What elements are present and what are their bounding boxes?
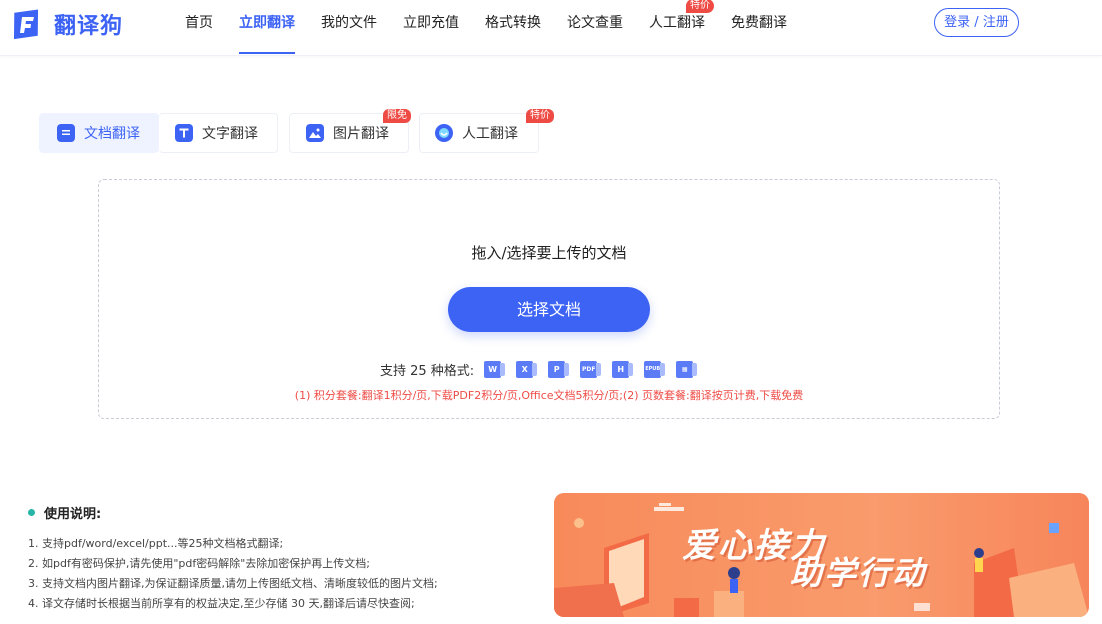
html-icon: H: [612, 360, 634, 378]
list-item: 2. 如pdf有密码保护,请先使用"pdf密码解除"去除加密保护再上传文档;: [28, 557, 370, 570]
upload-dropzone[interactable]: 拖入/选择要上传的文档 选择文档 支持 25 种格式: W X P PDF H …: [98, 179, 1000, 419]
limited-free-badge: 限免: [383, 109, 411, 123]
tab-text-translation[interactable]: 文字翻译: [159, 113, 278, 153]
logo[interactable]: 翻译狗: [10, 7, 123, 41]
nav-plagiarism-check[interactable]: 论文查重: [554, 0, 636, 56]
nav-label: 首页: [185, 15, 213, 31]
tab-human-translation[interactable]: 人工翻译 特价: [419, 109, 554, 153]
ppt-icon: P: [548, 360, 570, 378]
tab-label: 图片翻译: [333, 126, 389, 142]
special-price-badge: 特价: [526, 109, 554, 123]
nav-translate-now[interactable]: 立即翻译: [226, 0, 308, 56]
image-icon: [306, 124, 324, 142]
nav-label: 我的文件: [321, 15, 377, 31]
tab-label: 文档翻译: [84, 126, 140, 142]
nav-recharge[interactable]: 立即充值: [390, 0, 472, 56]
excel-icon: X: [516, 360, 538, 378]
charity-banner[interactable]: 爱心接力 助学行动: [554, 493, 1089, 617]
nav-label: 立即充值: [403, 15, 459, 31]
nav-label: 论文查重: [567, 15, 623, 31]
tab-document-translation[interactable]: 文档翻译: [39, 113, 159, 153]
main-nav: 首页 立即翻译 我的文件 立即充值 格式转换 论文查重 人工翻译 特价 免费翻译: [172, 0, 800, 56]
list-item: 3. 支持文档内图片翻译,为保证翻译质量,请勿上传图纸文档、清晰度较低的图片文档…: [28, 577, 438, 590]
supported-formats: 支持 25 种格式: W X P PDF H EPUB ▦: [380, 359, 708, 379]
select-document-button[interactable]: 选择文档: [448, 287, 650, 332]
nav-home[interactable]: 首页: [172, 0, 226, 56]
nav-label: 格式转换: [485, 15, 541, 31]
nav-label: 免费翻译: [731, 15, 787, 31]
list-item: 4. 译文存储时长根据当前所享有的权益决定,至少存储 30 天,翻译后请尽快查阅…: [28, 597, 415, 610]
nav-label: 人工翻译: [649, 15, 705, 31]
nav-free-translation[interactable]: 免费翻译: [718, 0, 800, 56]
logo-text: 翻译狗: [54, 14, 124, 39]
instructions-list: 1. 支持pdf/word/excel/ppt...等25种文档格式翻译; 2.…: [28, 534, 548, 614]
usage-instructions: 使用说明: 1. 支持pdf/word/excel/ppt...等25种文档格式…: [28, 503, 548, 614]
bullet-dot-icon: [28, 509, 35, 516]
word-icon: W: [484, 360, 506, 378]
banner-headline-2: 助学行动: [790, 554, 927, 592]
tab-label: 人工翻译: [462, 126, 518, 142]
text-icon: [175, 124, 193, 142]
nav-format-convert[interactable]: 格式转换: [472, 0, 554, 56]
special-price-badge: 特价: [686, 0, 714, 13]
upload-title: 拖入/选择要上传的文档: [471, 244, 627, 262]
pricing-note: (1) 积分套餐:翻译1积分/页,下载PDF2积分/页,Office文档5积分/…: [294, 389, 804, 402]
pdf-icon: PDF: [580, 360, 602, 378]
logo-icon: [10, 7, 46, 41]
instructions-heading: 使用说明:: [28, 503, 548, 522]
list-item: 1. 支持pdf/word/excel/ppt...等25种文档格式翻译;: [28, 537, 284, 550]
login-register-button[interactable]: 登录 / 注册: [934, 8, 1019, 37]
human-icon: [435, 124, 453, 142]
tab-image-translation[interactable]: 图片翻译 限免: [289, 109, 411, 153]
tab-label: 文字翻译: [202, 126, 258, 142]
top-header: 翻译狗 首页 立即翻译 我的文件 立即充值 格式转换 论文查重 人工翻译 特价 …: [0, 0, 1102, 56]
document-icon: [57, 124, 75, 142]
nav-my-files[interactable]: 我的文件: [308, 0, 390, 56]
nav-label: 立即翻译: [239, 15, 295, 31]
nav-human-translation[interactable]: 人工翻译 特价: [636, 0, 718, 56]
epub-icon: EPUB: [644, 360, 666, 378]
formats-label: 支持 25 种格式:: [380, 363, 475, 379]
instructions-title: 使用说明:: [44, 507, 102, 522]
table-icon: ▦: [676, 360, 698, 378]
